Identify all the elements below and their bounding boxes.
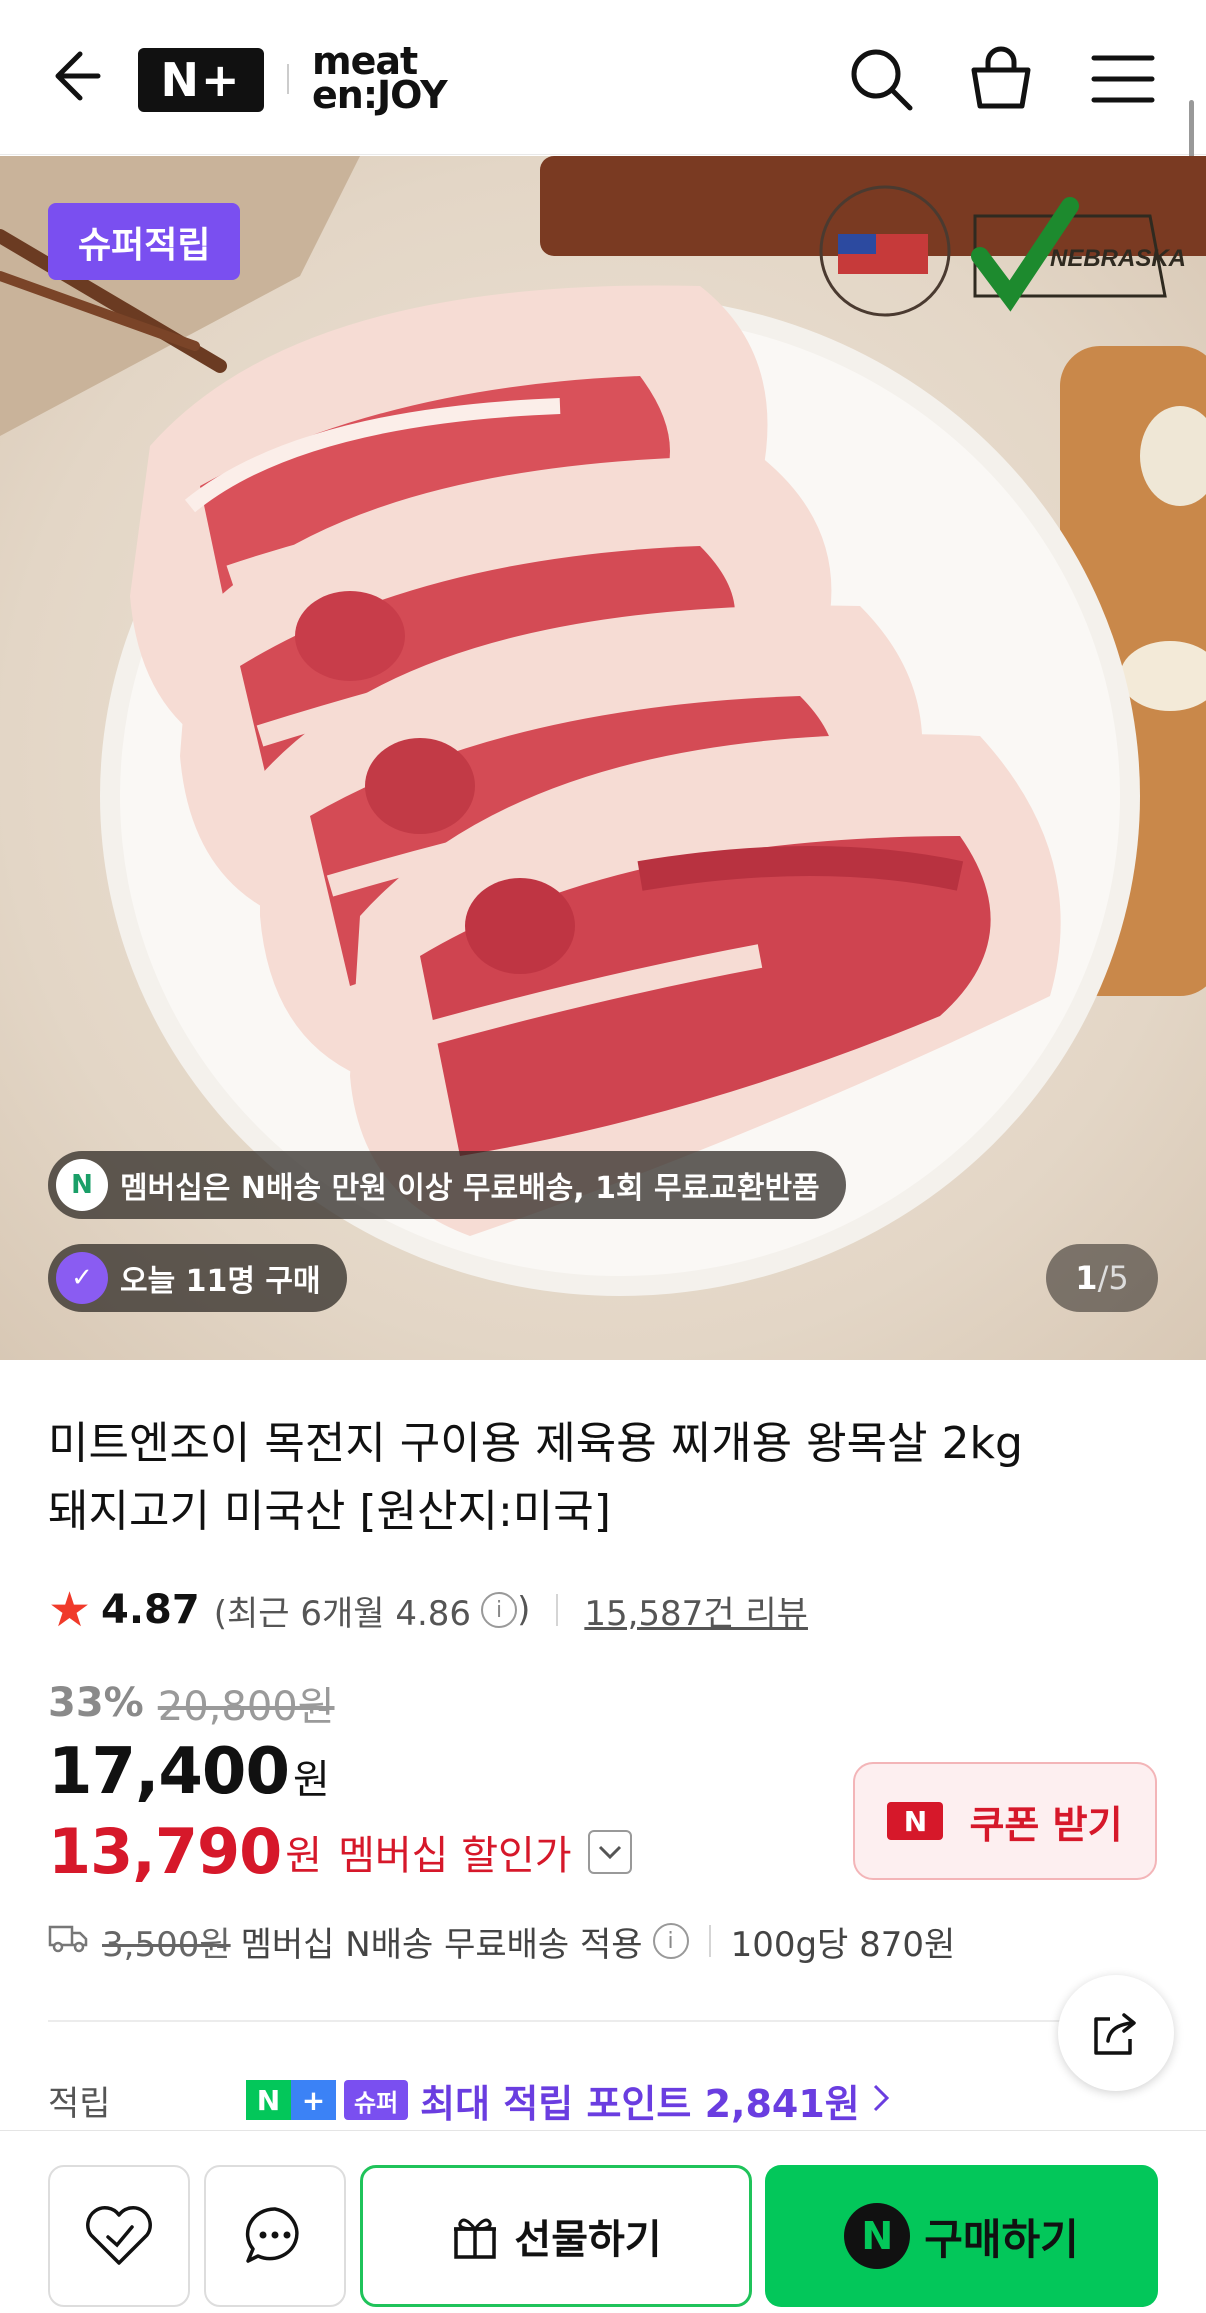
membership-notice-text: 멤버십은 N배송 만원 이상 무료배송, 1회 무료교환반품: [120, 1171, 820, 1206]
gift-icon: [454, 2218, 497, 2259]
rating-recent-close: ): [517, 1590, 531, 1630]
gift-label: 선물하기: [514, 2217, 662, 2263]
price-unit: 원: [292, 1757, 330, 1803]
member-price-unit: 원: [285, 1832, 323, 1879]
chevron-right-icon: [872, 2083, 890, 2117]
talk-button[interactable]: [204, 2165, 346, 2307]
title-line-1: 미트엔조이 목전지 구이용 제육용 찌개용 왕목살 2kg: [48, 1418, 1023, 1469]
naver-pay-icon: N: [844, 2203, 911, 2269]
section-divider: [48, 2020, 1158, 2022]
unit-price: 100g당 870원: [730, 1924, 956, 1965]
rating-row: ★ 4.87 (최근 6개월 4.86 i ) 15,587건 리뷰: [48, 1582, 808, 1638]
logo-line-2: en:JOY: [312, 73, 448, 117]
chat-bubble-icon: [245, 2207, 299, 2263]
member-price: 13,790: [48, 1815, 282, 1888]
super-points-badge: 슈퍼적립: [48, 203, 241, 280]
member-price-label: 멤버십 할인가: [338, 1832, 572, 1879]
shopping-bag-icon[interactable]: [966, 44, 1036, 114]
separator: [708, 1925, 711, 1957]
bag-icon: ✓: [56, 1252, 108, 1304]
rating-recent: (최근 6개월 4.86: [213, 1593, 472, 1634]
coupon-n-icon: N: [887, 1802, 944, 1840]
star-icon: ★: [48, 1582, 92, 1638]
back-arrow-icon[interactable]: [40, 44, 104, 108]
shipping-old-fee: 3,500원: [102, 1924, 231, 1965]
member-price-row: 13,790 원 멤버십 할인가: [48, 1815, 632, 1888]
share-icon: [1094, 2013, 1136, 2055]
gift-button[interactable]: 선물하기: [360, 2165, 752, 2307]
points-row[interactable]: 적립 N + 슈퍼 최대 적립 포인트 2,841원: [48, 2072, 1158, 2128]
separator: [556, 1594, 559, 1626]
buy-label: 구매하기: [924, 2214, 1079, 2264]
product-title: 미트엔조이 목전지 구이용 제육용 찌개용 왕목살 2kg 돼지고기 미국산 […: [48, 1410, 1148, 1546]
today-buyers-text: 오늘 11명 구매: [120, 1264, 321, 1299]
svg-text:NEBRASKA: NEBRASKA: [1050, 245, 1186, 272]
coupon-label: 쿠폰 받기: [969, 1802, 1123, 1847]
price-row: 17,400 원: [48, 1735, 330, 1809]
shipping-row: 3,500원 멤버십 N배송 무료배송 적용 i 100g당 870원: [48, 1914, 955, 1968]
sale-price: 17,400: [48, 1735, 290, 1809]
rating-value: 4.87: [101, 1587, 200, 1633]
meat-enjoy-logo[interactable]: meat en:JOY: [312, 42, 452, 117]
membership-n-icon: N: [56, 1159, 108, 1211]
buy-button[interactable]: N 구매하기: [765, 2165, 1158, 2307]
truck-icon: [48, 1921, 88, 1962]
review-count-link[interactable]: 15,587건 리뷰: [584, 1586, 808, 1635]
n-plus-mini-icon: N +: [246, 2080, 336, 2120]
get-coupon-button[interactable]: N 쿠폰 받기: [853, 1762, 1157, 1880]
super-mini-badge: 슈퍼: [344, 2080, 409, 2120]
image-index: 1: [1075, 1259, 1098, 1297]
today-buyers-pill: ✓ 오늘 11명 구매: [48, 1244, 347, 1312]
title-line-2: 돼지고기 미국산 [원산지:미국]: [48, 1486, 611, 1537]
chevron-down-icon[interactable]: [587, 1829, 632, 1874]
n-plus-logo[interactable]: N+: [138, 48, 264, 112]
original-price: 20,800원: [157, 1684, 335, 1730]
discount-row: 33% 20,800원: [48, 1674, 335, 1732]
shipping-info-icon[interactable]: i: [652, 1923, 689, 1959]
product-image-carousel[interactable]: NEBRASKA 슈퍼적립 N 멤버십은 N배송 만원 이상 무료배송, 1회 …: [0, 156, 1206, 1360]
like-button[interactable]: [48, 2165, 190, 2307]
search-icon[interactable]: [846, 44, 916, 114]
logo-divider: [287, 64, 289, 94]
heart-check-icon: [86, 2206, 152, 2265]
info-icon[interactable]: i: [481, 1592, 518, 1628]
membership-notice-pill: N 멤버십은 N배송 만원 이상 무료배송, 1회 무료교환반품: [48, 1151, 846, 1219]
bottom-action-bar: 선물하기 N 구매하기: [0, 2130, 1206, 2313]
top-header: N+ meat en:JOY: [0, 0, 1206, 190]
shipping-text: 멤버십 N배송 무료배송 적용: [240, 1924, 643, 1965]
image-total: /5: [1097, 1259, 1129, 1297]
points-label: 적립: [48, 2083, 111, 2124]
discount-percent: 33%: [48, 1680, 144, 1726]
max-points-text: 최대 적립 포인트 2,841원: [420, 2081, 860, 2126]
menu-icon[interactable]: [1088, 44, 1158, 114]
image-counter: 1/5: [1046, 1244, 1158, 1312]
